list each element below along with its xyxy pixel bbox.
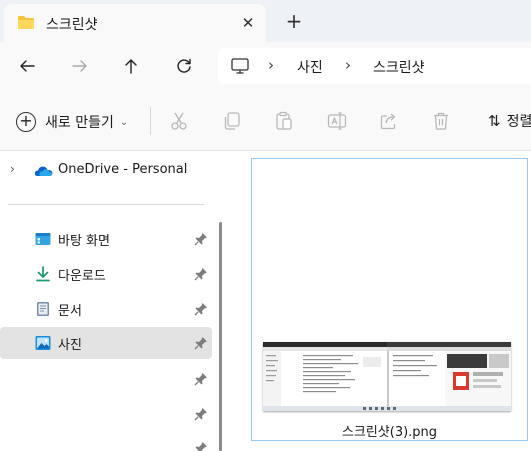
breadcrumb-separator[interactable]: ›: [345, 56, 351, 74]
sidebar-item-desktop[interactable]: 바탕 화면: [0, 223, 212, 255]
tab-screenshots[interactable]: 스크린샷 ✕: [4, 4, 266, 42]
tab-strip: 스크린샷 ✕ +: [0, 0, 531, 42]
desktop-icon: [35, 233, 51, 245]
forward-button[interactable]: [65, 52, 95, 80]
new-item-label: 새로 만들기: [45, 115, 114, 131]
paste-button[interactable]: [273, 110, 295, 132]
refresh-icon: [177, 58, 191, 73]
delete-button[interactable]: [430, 110, 452, 132]
pin-icon[interactable]: [194, 232, 208, 246]
copy-button[interactable]: [221, 110, 243, 132]
new-item-button[interactable]: + 새로 만들기 ⌄: [16, 110, 128, 134]
file-list: 스크린샷(3).png: [222, 152, 531, 451]
sidebar-item-label: 문서: [58, 304, 82, 319]
navigation-pane: › OneDrive - Personal 바탕 화면 다운로드 문서 사진: [0, 152, 221, 451]
sort-button[interactable]: ⇅ 정렬: [488, 111, 531, 131]
toolbar-divider: [150, 107, 151, 135]
plus-circle-icon: +: [16, 112, 36, 132]
share-button[interactable]: [378, 110, 400, 132]
breadcrumb-separator[interactable]: ›: [268, 56, 274, 74]
sort-icon: ⇅: [488, 112, 501, 130]
address-bar[interactable]: › 사진 › 스크린샷: [218, 48, 531, 84]
up-arrow-icon: [125, 59, 137, 74]
paste-icon: [276, 111, 292, 130]
expand-chevron-icon[interactable]: ›: [10, 162, 15, 176]
file-name: 스크린샷(3).png: [341, 425, 438, 440]
breadcrumb-pictures[interactable]: 사진: [297, 57, 323, 77]
navigation-bar: › 사진 › 스크린샷: [0, 42, 531, 90]
download-icon: [36, 266, 50, 282]
sidebar-item-label: 바탕 화면: [58, 234, 110, 249]
pin-icon[interactable]: [194, 441, 208, 451]
sidebar-item-label: 사진: [58, 338, 82, 353]
screenshot-preview-image: [263, 342, 511, 411]
forward-arrow-icon: [72, 60, 87, 72]
pin-icon[interactable]: [194, 267, 208, 281]
sidebar-item-onedrive[interactable]: › OneDrive - Personal: [0, 160, 212, 182]
copy-icon: [224, 112, 240, 130]
pin-icon[interactable]: [194, 336, 208, 350]
pin-icon[interactable]: [194, 407, 208, 421]
share-icon: [380, 113, 396, 130]
sidebar-divider: [8, 204, 204, 205]
file-tile[interactable]: 스크린샷(3).png: [251, 158, 528, 441]
pictures-icon: [35, 336, 51, 350]
pin-icon[interactable]: [194, 372, 208, 386]
file-thumbnail: [263, 342, 511, 411]
sidebar-item-label: 다운로드: [58, 269, 106, 284]
onedrive-cloud-icon: [34, 166, 53, 176]
rename-button[interactable]: [326, 110, 348, 132]
cut-button[interactable]: [168, 110, 190, 132]
chevron-down-icon: ⌄: [119, 116, 129, 128]
breadcrumb-screenshots[interactable]: 스크린샷: [373, 57, 425, 77]
rename-icon: [327, 112, 347, 130]
sidebar-item-downloads[interactable]: 다운로드: [0, 258, 212, 290]
this-pc-icon[interactable]: [230, 57, 250, 75]
folder-icon: [18, 16, 34, 29]
refresh-button[interactable]: [169, 52, 199, 80]
up-button[interactable]: [116, 52, 146, 80]
document-icon: [37, 302, 49, 316]
sidebar-item-documents[interactable]: 문서: [0, 293, 212, 325]
command-bar: + 새로 만들기 ⌄ ⇅ 정렬: [0, 90, 531, 151]
back-button[interactable]: [12, 52, 42, 80]
new-tab-button[interactable]: +: [282, 8, 306, 34]
close-tab-icon[interactable]: ✕: [236, 11, 260, 35]
pin-icon[interactable]: [194, 302, 208, 316]
back-arrow-icon: [20, 60, 35, 72]
cut-icon: [171, 112, 187, 130]
sidebar-item-pictures[interactable]: 사진: [0, 327, 212, 359]
delete-icon: [434, 112, 448, 130]
sort-label: 정렬: [506, 114, 531, 130]
sidebar-item-label: OneDrive - Personal: [58, 162, 188, 177]
tab-title: 스크린샷: [46, 17, 98, 33]
